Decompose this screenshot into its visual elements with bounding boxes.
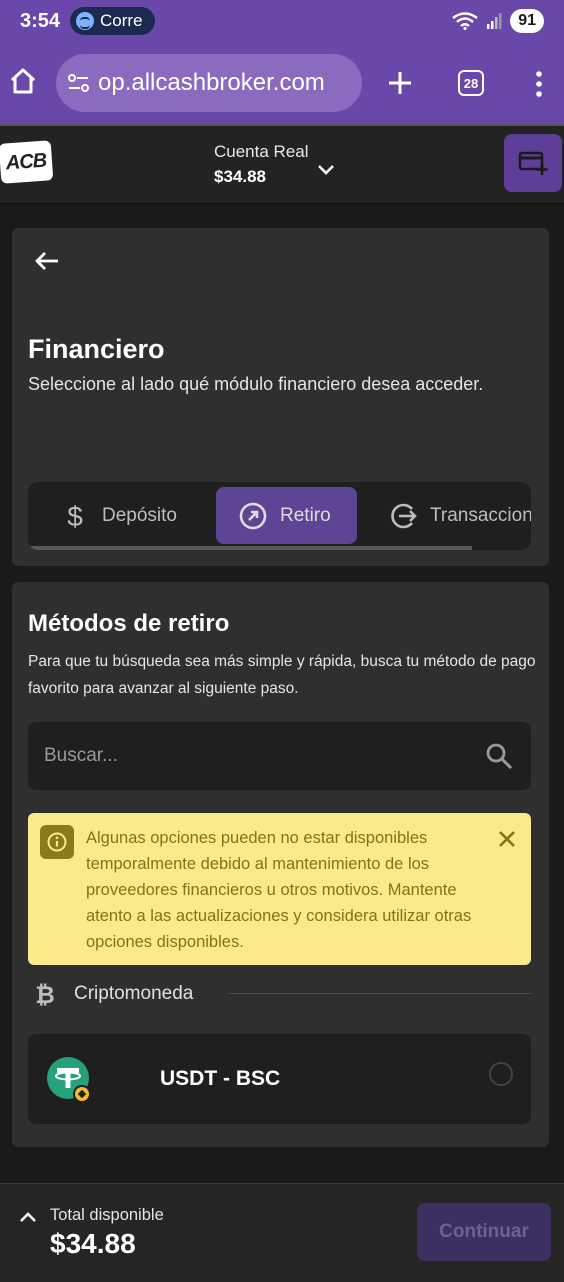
tab-deposito[interactable]: $ Depósito — [60, 487, 177, 544]
home-icon[interactable] — [8, 66, 38, 96]
status-indicators: 91 — [452, 9, 544, 33]
withdrawal-methods-card: Métodos de retiro Para que tu búsqueda s… — [12, 582, 549, 1147]
tab-label: Retiro — [280, 504, 331, 526]
search-input[interactable] — [44, 722, 464, 790]
search-icon[interactable] — [485, 742, 513, 770]
tabs-scrollbar[interactable] — [28, 546, 472, 550]
tab-label: Transacciones — [430, 504, 531, 526]
alert-message: Algunas opciones pueden no estar disponi… — [86, 829, 472, 951]
wifi-icon — [452, 12, 478, 30]
address-bar[interactable]: op.allcashbroker.com — [56, 54, 362, 112]
signal-icon — [487, 13, 502, 29]
chevron-up-icon[interactable] — [18, 1210, 38, 1224]
bottom-summary-bar: Total disponible $34.88 Continuar — [0, 1183, 564, 1282]
tab-switcher-button[interactable]: 28 — [458, 70, 484, 96]
add-card-button[interactable] — [504, 134, 562, 192]
svg-text:$: $ — [67, 501, 83, 531]
info-icon — [40, 825, 74, 859]
more-vert-icon[interactable] — [533, 70, 545, 98]
tab-label: Depósito — [102, 504, 177, 526]
media-label: Corre — [100, 11, 143, 30]
section-title: Métodos de retiro — [28, 610, 230, 637]
status-bar: 3:54 Corre 91 — [0, 0, 564, 42]
category-header: ₿ Criptomoneda — [32, 980, 532, 1008]
app-header: ACB Cuenta Real $34.88 — [0, 124, 564, 204]
category-label: Criptomoneda — [74, 983, 194, 1004]
chevron-down-icon[interactable] — [316, 162, 336, 178]
new-tab-icon[interactable] — [386, 69, 414, 97]
battery-indicator: 91 — [510, 9, 544, 33]
payment-method-item[interactable]: USDT - BSC — [28, 1034, 531, 1124]
page-title: Financiero — [28, 334, 165, 364]
tab-transacciones[interactable]: Transacciones — [388, 487, 531, 544]
account-type-label[interactable]: Cuenta Real — [214, 142, 309, 162]
maintenance-alert: Algunas opciones pueden no estar disponi… — [28, 813, 531, 965]
status-time: 3:54 — [20, 9, 61, 32]
account-balance[interactable]: $34.88 — [214, 167, 266, 187]
bitcoin-icon: ₿ — [35, 981, 55, 1008]
media-notification-pill[interactable]: Corre — [70, 7, 155, 35]
continue-button[interactable]: Continuar — [417, 1203, 551, 1261]
arrow-up-right-circle-icon — [239, 502, 267, 529]
history-icon — [391, 503, 417, 528]
section-description: Para que tu búsqueda sea más simple y rá… — [28, 653, 536, 697]
brand-logo[interactable]: ACB — [0, 140, 54, 184]
financial-module-tabs[interactable]: $ Depósito Retiro Transacciones — [28, 482, 531, 550]
add-card-icon — [518, 151, 548, 175]
total-amount: $34.88 — [50, 1228, 136, 1259]
method-label: USDT - BSC — [160, 1067, 281, 1090]
page-description: Seleccione al lado qué módulo financiero… — [28, 374, 484, 394]
close-icon[interactable] — [497, 829, 517, 849]
back-arrow-icon[interactable] — [34, 250, 60, 272]
method-radio[interactable] — [489, 1062, 513, 1086]
site-settings-icon[interactable] — [66, 70, 92, 96]
dollar-icon: $ — [67, 501, 83, 531]
total-label: Total disponible — [50, 1206, 164, 1224]
category-divider — [228, 993, 532, 994]
logo-text: ACB — [5, 149, 47, 174]
tab-retiro[interactable]: Retiro — [216, 487, 357, 544]
browser-toolbar: op.allcashbroker.com 28 — [0, 42, 564, 124]
url-text: op.allcashbroker.com — [98, 69, 325, 96]
financiero-card: Financiero Seleccione al lado qué módulo… — [12, 228, 549, 566]
svg-text:₿: ₿ — [35, 981, 55, 1008]
search-box — [28, 722, 531, 790]
tether-icon — [47, 1057, 91, 1103]
spotify-icon — [76, 12, 95, 30]
